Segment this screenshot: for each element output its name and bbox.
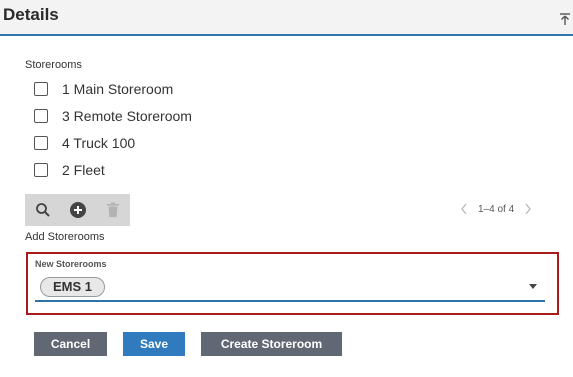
cancel-button[interactable]: Cancel xyxy=(34,332,107,356)
page-count: 1–4 of 4 xyxy=(478,203,515,215)
storeroom-item[interactable]: 2 Fleet xyxy=(34,160,105,180)
selected-chip[interactable]: EMS 1 xyxy=(40,277,106,297)
storeroom-item[interactable]: 4 Truck 100 xyxy=(34,133,135,153)
storeroom-label: 4 Truck 100 xyxy=(62,135,136,151)
delete-icon xyxy=(106,202,119,217)
delete-button[interactable] xyxy=(95,194,130,226)
details-header: Details xyxy=(0,0,573,36)
checkbox[interactable] xyxy=(34,82,48,96)
checkbox[interactable] xyxy=(34,136,48,150)
add-button[interactable] xyxy=(60,194,95,226)
add-icon xyxy=(69,202,86,218)
storeroom-item[interactable]: 1 Main Storeroom xyxy=(34,79,173,99)
create-storeroom-button[interactable]: Create Storeroom xyxy=(201,332,342,356)
chevron-right-icon[interactable] xyxy=(524,203,532,215)
storerooms-label: Storerooms xyxy=(25,59,82,71)
chevron-left-icon[interactable] xyxy=(460,203,468,215)
new-storerooms-label: New Storerooms xyxy=(35,259,107,269)
search-button[interactable] xyxy=(25,194,60,226)
pin-top-icon[interactable] xyxy=(560,13,570,25)
storeroom-label: 3 Remote Storeroom xyxy=(62,108,192,124)
add-storerooms-label: Add Storerooms xyxy=(25,231,105,243)
new-storerooms-field: New Storerooms EMS 1 xyxy=(26,252,559,315)
save-button[interactable]: Save xyxy=(123,332,185,356)
checkbox[interactable] xyxy=(34,109,48,123)
chevron-down-icon[interactable] xyxy=(529,284,537,289)
storeroom-toolbar xyxy=(25,194,130,226)
search-icon xyxy=(35,203,50,217)
storeroom-label: 1 Main Storeroom xyxy=(62,81,174,97)
storeroom-select[interactable]: EMS 1 xyxy=(35,274,545,302)
storeroom-label: 2 Fleet xyxy=(62,162,105,178)
page-title: Details xyxy=(3,5,59,24)
checkbox[interactable] xyxy=(34,163,48,177)
storeroom-item[interactable]: 3 Remote Storeroom xyxy=(34,106,192,126)
pagination: 1–4 of 4 xyxy=(460,203,532,215)
